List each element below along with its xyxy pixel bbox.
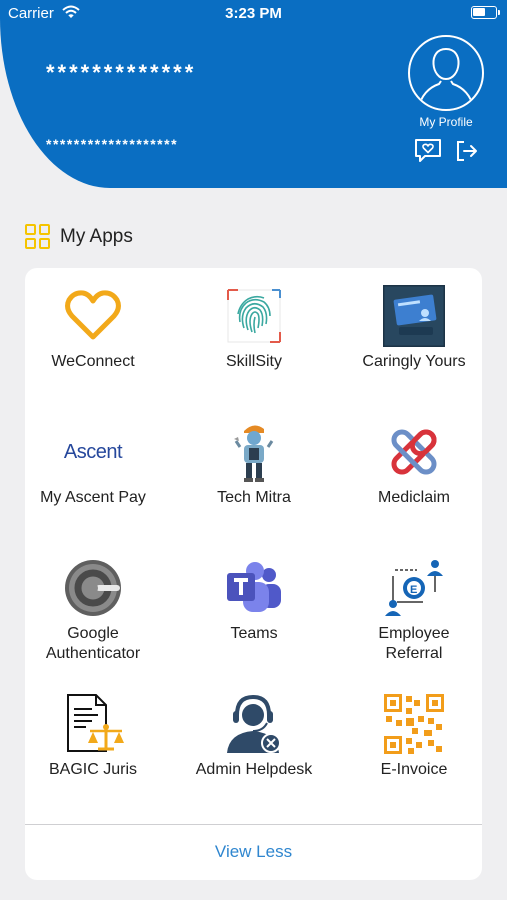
profile-avatar[interactable] [408, 35, 484, 111]
svg-text:E: E [410, 584, 417, 596]
legal-document-icon [61, 692, 125, 756]
app-label: SkillSity [225, 353, 282, 370]
app-label: E-Invoice [380, 761, 448, 778]
app-label: My Ascent Pay [40, 489, 146, 506]
logout-icon[interactable] [455, 139, 479, 163]
app-label: BAGIC Juris [48, 761, 137, 778]
app-employee-referral[interactable]: E Employee Referral [338, 556, 490, 664]
app-e-invoice[interactable]: E-Invoice [338, 692, 490, 780]
masked-user-name: ************* [46, 60, 197, 85]
section-title: My Apps [60, 225, 133, 247]
teams-icon [222, 556, 286, 620]
mediclaim-icon [382, 420, 446, 484]
caringly-yours-icon [382, 284, 446, 348]
my-profile-link[interactable]: My Profile [400, 115, 492, 129]
qr-code-icon [382, 692, 446, 756]
my-apps-heading: My Apps [25, 224, 133, 249]
fingerprint-icon [222, 284, 286, 348]
app-teams[interactable]: Teams [178, 556, 330, 644]
app-label: Caringly Yours [362, 353, 466, 370]
app-label: Admin Helpdesk [195, 761, 313, 778]
status-time: 3:23 PM [225, 5, 282, 22]
app-bagic-juris[interactable]: BAGIC Juris [17, 692, 169, 780]
helpdesk-icon [222, 692, 286, 756]
app-my-ascent-pay[interactable]: Ascent My Ascent Pay [17, 420, 169, 508]
heart-icon [61, 284, 125, 348]
apps-grid-icon [25, 224, 50, 249]
app-label: Tech Mitra [217, 489, 291, 506]
app-label: Employee Referral [378, 625, 450, 662]
google-authenticator-icon [61, 556, 125, 620]
app-label: WeConnect [51, 353, 135, 370]
app-label: Teams [230, 625, 278, 642]
app-weconnect[interactable]: WeConnect [17, 284, 169, 372]
app-tech-mitra[interactable]: Tech Mitra [178, 420, 330, 508]
status-bar: Carrier 3:23 PM [0, 0, 507, 28]
app-label: Mediclaim [377, 489, 450, 506]
battery-icon [471, 6, 500, 19]
view-less-button[interactable]: View Less [25, 842, 482, 862]
app-caringly-yours[interactable]: Caringly Yours [338, 284, 490, 372]
feedback-heart-icon[interactable] [414, 138, 442, 164]
employee-referral-icon: E [382, 556, 446, 620]
app-admin-helpdesk[interactable]: Admin Helpdesk [178, 692, 330, 780]
tech-mitra-icon [222, 420, 286, 484]
card-divider [25, 824, 482, 825]
masked-user-id: ******************* [46, 136, 179, 152]
app-label: Google Authenticator [45, 625, 141, 662]
app-google-authenticator[interactable]: Google Authenticator [17, 556, 169, 664]
profile-header: ************* ******************* My Pro… [0, 0, 507, 188]
app-mediclaim[interactable]: Mediclaim [338, 420, 490, 508]
user-silhouette-icon [417, 47, 475, 109]
ascent-logo-icon: Ascent [63, 440, 123, 463]
app-skillsity[interactable]: SkillSity [178, 284, 330, 372]
apps-card: WeConnect SkillSity Caringly Yours Ascen… [25, 268, 482, 880]
